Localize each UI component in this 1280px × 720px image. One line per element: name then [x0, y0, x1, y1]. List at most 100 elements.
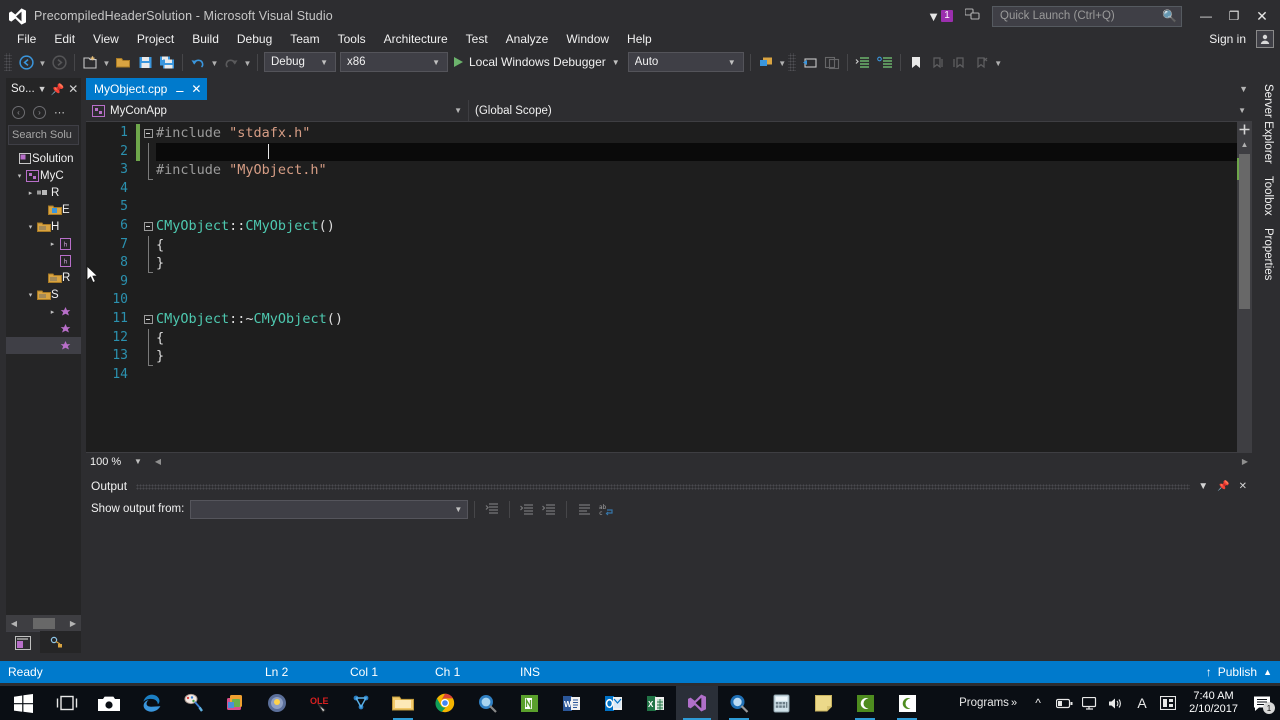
copy-window-icon[interactable] — [821, 51, 843, 73]
bookmark-icon[interactable] — [905, 51, 927, 73]
attach-to-process-icon[interactable] — [755, 51, 777, 73]
send-feedback-icon[interactable] — [964, 8, 980, 24]
tab-properties[interactable]: Properties — [1258, 222, 1278, 286]
new-project-dropdown[interactable]: ▼ — [101, 51, 112, 73]
menu-test[interactable]: Test — [457, 30, 497, 48]
code-line[interactable]: 1 #include "stdafx.h" — [86, 124, 1252, 143]
microsoft-word-icon[interactable]: W — [550, 686, 592, 720]
chevron-down-icon[interactable]: ▼ — [130, 457, 146, 466]
show-output-from-select[interactable]: ▼ — [190, 499, 469, 519]
code-line[interactable]: 4 — [86, 180, 1252, 199]
split-view-icon[interactable] — [1237, 122, 1252, 137]
user-account-icon[interactable] — [1256, 30, 1274, 48]
next-bookmark-icon[interactable] — [949, 51, 971, 73]
pin-icon[interactable]: 📌 — [51, 83, 65, 96]
code-line[interactable]: 12 { — [86, 328, 1252, 348]
menu-build[interactable]: Build — [183, 30, 228, 48]
navigate-backward-dropdown[interactable]: ▼ — [37, 51, 48, 73]
maximize-button[interactable]: ❐ — [1220, 4, 1248, 28]
toggle-word-wrap-icon[interactable] — [573, 498, 595, 520]
code-line[interactable]: 7 { — [86, 235, 1252, 255]
menu-project[interactable]: Project — [128, 30, 183, 48]
code-line[interactable]: 13 } — [86, 347, 1252, 366]
menu-view[interactable]: View — [84, 30, 128, 48]
code-line[interactable]: 14 — [86, 366, 1252, 385]
media-player-orb-icon[interactable] — [256, 686, 298, 720]
tree-twisty[interactable]: ▸ — [25, 189, 36, 197]
code-line[interactable]: 11 CMyObject::~CMyObject() — [86, 310, 1252, 329]
network-app-icon[interactable] — [340, 686, 382, 720]
tree-item-cpp-file-2[interactable] — [6, 320, 81, 337]
menu-debug[interactable]: Debug — [228, 30, 281, 48]
camtasia-studio-icon[interactable] — [844, 686, 886, 720]
code-editor[interactable]: 1 #include "stdafx.h" 2 3 #include "MyOb… — [86, 122, 1252, 470]
scroll-thumb[interactable] — [32, 617, 55, 629]
search-app-icon[interactable] — [718, 686, 760, 720]
close-icon[interactable]: ✕ — [191, 82, 201, 96]
sign-in-button[interactable]: Sign in — [1209, 32, 1246, 46]
tree-item-header-file[interactable]: ▸ h — [6, 235, 81, 252]
tab-class-view[interactable] — [40, 631, 74, 653]
code-line[interactable]: 9 — [86, 273, 1252, 292]
redo-dropdown[interactable]: ▼ — [242, 51, 253, 73]
notifications-button[interactable]: ▼ 1 — [927, 10, 953, 23]
forward-icon[interactable]: › — [33, 105, 46, 119]
code-line[interactable]: 5 — [86, 198, 1252, 217]
uncomment-selection-icon[interactable] — [874, 51, 896, 73]
go-to-message-icon[interactable] — [516, 498, 538, 520]
pin-icon[interactable]: ⚊ — [175, 84, 184, 95]
toggle-autoscroll-icon[interactable]: ab c — [595, 498, 617, 520]
fold-toggle[interactable] — [140, 314, 156, 324]
tab-server-explorer[interactable]: Server Explorer — [1258, 78, 1278, 170]
camtasia-recorder-icon[interactable] — [886, 686, 928, 720]
tree-item-header-files[interactable]: ▾ H — [6, 218, 81, 235]
google-chrome-icon[interactable] — [424, 686, 466, 720]
publish-button[interactable]: Publish — [1218, 665, 1257, 679]
solution-configuration-select[interactable]: Debug ▼ — [264, 52, 336, 72]
menu-window[interactable]: Window — [557, 30, 618, 48]
menu-file[interactable]: File — [8, 30, 45, 48]
back-icon[interactable]: ‹ — [12, 105, 25, 119]
volume-icon[interactable] — [1103, 686, 1129, 720]
save-all-icon[interactable] — [156, 51, 178, 73]
clear-bookmarks-icon[interactable] — [971, 51, 993, 73]
chevron-down-icon[interactable]: ▼ — [38, 84, 47, 94]
tree-item-cpp-file[interactable]: ▸ — [6, 303, 81, 320]
chevron-down-icon[interactable]: ▼ — [1198, 481, 1208, 492]
tab-solution-explorer[interactable] — [6, 631, 40, 653]
output-text-area[interactable] — [86, 522, 1252, 652]
attach-dropdown[interactable]: ▼ — [777, 51, 788, 73]
sticky-notes-icon[interactable] — [802, 686, 844, 720]
scroll-right-icon[interactable]: ▶ — [1238, 457, 1252, 466]
fold-toggle[interactable] — [140, 128, 156, 138]
undo-icon[interactable] — [187, 51, 209, 73]
microsoft-edge-icon[interactable] — [130, 686, 172, 720]
programs-label[interactable]: Programs — [959, 697, 1009, 709]
tree-twisty[interactable]: ▾ — [25, 291, 36, 299]
tree-item-solution[interactable]: Solution — [6, 150, 81, 167]
open-file-icon[interactable] — [112, 51, 134, 73]
tree-item-source-files[interactable]: ▾ S — [6, 286, 81, 303]
tree-twisty[interactable]: ▸ — [47, 240, 58, 248]
close-icon[interactable]: ✕ — [68, 82, 78, 96]
tree-item-project[interactable]: ▾ MyC — [6, 167, 81, 184]
pin-icon[interactable]: 📌 — [1217, 481, 1229, 492]
menu-team[interactable]: Team — [281, 30, 328, 48]
scroll-up-icon[interactable]: ▲ — [1237, 137, 1252, 152]
code-line[interactable]: 3 #include "MyObject.h" — [86, 161, 1252, 180]
navigate-forward-icon[interactable] — [48, 51, 70, 73]
solution-explorer-horizontal-scrollbar[interactable]: ◀ ▶ — [6, 615, 81, 631]
scroll-left-icon[interactable]: ◀ — [152, 457, 164, 466]
input-indicator-icon[interactable]: A — [1129, 686, 1155, 720]
battery-icon[interactable] — [1051, 686, 1077, 720]
browser-app-icon[interactable] — [466, 686, 508, 720]
overflow-icon[interactable]: ⋯ — [54, 106, 65, 119]
menu-architecture[interactable]: Architecture — [375, 30, 457, 48]
save-icon[interactable] — [134, 51, 156, 73]
scroll-right-icon[interactable]: ▶ — [67, 619, 79, 628]
document-tab-myobject-cpp[interactable]: MyObject.cpp ⚊ ✕ — [86, 78, 208, 100]
paint-icon[interactable] — [172, 686, 214, 720]
zoom-level[interactable]: 100 % — [86, 456, 130, 468]
chevron-up-icon[interactable]: ▲ — [1263, 667, 1272, 677]
comment-selection-icon[interactable] — [852, 51, 874, 73]
